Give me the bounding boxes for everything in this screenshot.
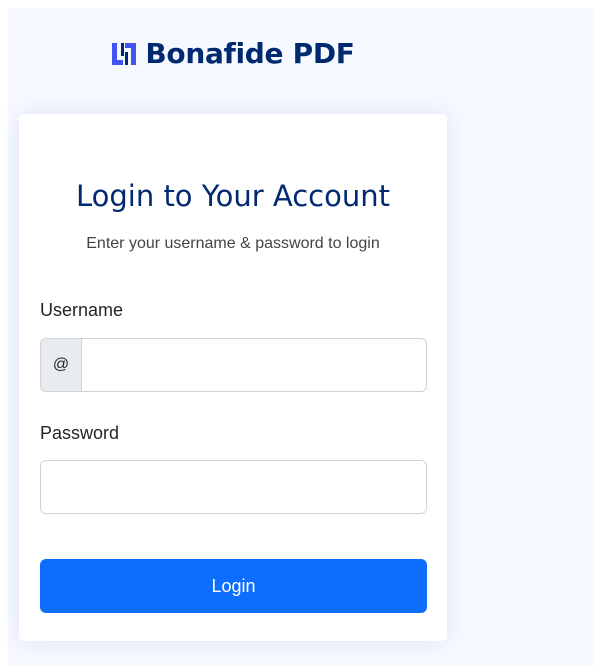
bonafide-logo-icon xyxy=(112,43,137,65)
page-subtitle: Enter your username & password to login xyxy=(86,235,380,252)
username-input-group: @ xyxy=(40,338,427,392)
username-input[interactable] xyxy=(81,338,427,392)
login-button[interactable]: Login xyxy=(40,559,427,613)
password-label: Password xyxy=(40,423,120,443)
brand-name: Bonafide PDF xyxy=(145,37,355,70)
password-input[interactable] xyxy=(40,460,427,514)
page-title: Login to Your Account xyxy=(75,179,390,213)
at-sign-prefix: @ xyxy=(40,338,81,392)
username-label: Username xyxy=(40,300,124,320)
brand-link[interactable]: Bonafide PDF xyxy=(0,40,466,68)
